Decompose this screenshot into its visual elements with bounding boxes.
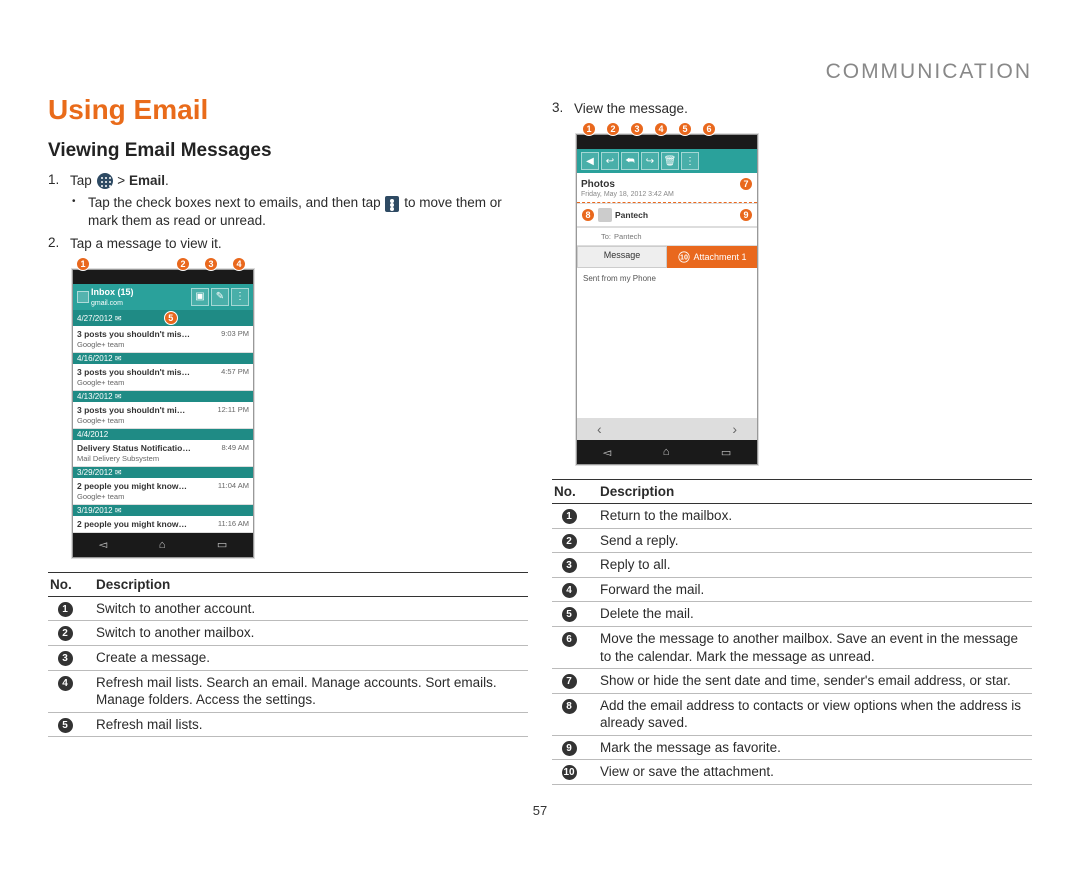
step-1: 1. Tap > Email.: [48, 172, 528, 190]
subsection-title: Viewing Email Messages: [48, 140, 528, 162]
callout-2: 2: [176, 257, 190, 271]
legend-num: 4: [58, 676, 73, 691]
bullet-text-a: Tap the check boxes next to emails, and …: [88, 195, 381, 210]
prev-icon: ‹: [597, 421, 602, 437]
legend-header-desc: Description: [600, 484, 674, 499]
step-text: Tap a message to view it.: [70, 235, 222, 253]
callout-markers-2: 1 2 3 4 5 6: [582, 122, 1032, 136]
reply-all-icon: ⮪: [621, 152, 639, 170]
apps-icon: [97, 173, 113, 189]
callout-3: 3: [204, 257, 218, 271]
callout-6: 6: [702, 122, 716, 136]
callout-3: 3: [630, 122, 644, 136]
legend-desc: Delete the mail.: [600, 605, 1030, 623]
compose-icon: ✎: [211, 288, 229, 306]
callout-1: 1: [582, 122, 596, 136]
legend-inbox: No. Description 1 Switch to another accoun…: [48, 572, 528, 737]
bullet-icon: •: [72, 194, 78, 230]
legend-num: 10: [562, 765, 577, 780]
legend-desc: Forward the mail.: [600, 581, 1030, 599]
tab-message: Message: [577, 246, 667, 268]
page-number: 57: [48, 803, 1032, 818]
legend-num: 5: [562, 607, 577, 622]
recent-icon: ▭: [217, 538, 227, 551]
step-number: 1.: [48, 172, 62, 187]
step-2: 2. Tap a message to view it.: [48, 235, 528, 253]
legend-header-no: No.: [50, 577, 80, 592]
message-body: Sent from my Phone: [577, 268, 757, 418]
legend-num: 2: [562, 534, 577, 549]
legend-num: 1: [562, 509, 577, 524]
callout-7: 7: [739, 177, 753, 191]
callout-4: 4: [232, 257, 246, 271]
legend-num: 6: [562, 632, 577, 647]
step-number: 2.: [48, 235, 62, 250]
callout-10: 10: [679, 252, 690, 263]
callout-4: 4: [654, 122, 668, 136]
callout-5: 5: [164, 311, 178, 325]
callout-8: 8: [581, 208, 595, 222]
recent-icon: ▭: [721, 446, 731, 459]
section-header: COMMUNICATION: [48, 60, 1032, 84]
legend-desc: Mark the message as favorite.: [600, 739, 1030, 757]
legend-desc: Add the email address to contacts or vie…: [600, 697, 1030, 732]
legend-num: 3: [562, 558, 577, 573]
legend-desc: Reply to all.: [600, 556, 1030, 574]
tab-attachment: 10Attachment 1: [667, 246, 757, 268]
legend-num: 9: [562, 741, 577, 756]
step-3: 3. View the message.: [552, 100, 1032, 118]
callout-5: 5: [678, 122, 692, 136]
legend-header-no: No.: [554, 484, 584, 499]
legend-desc: Return to the mailbox.: [600, 507, 1030, 525]
callout-9: 9: [739, 208, 753, 222]
legend-desc: Send a reply.: [600, 532, 1030, 550]
step-number: 3.: [552, 100, 566, 115]
right-column: 3. View the message. 1 2 3 4 5 6 ◀ ↩ ⮪ ↪…: [552, 94, 1032, 785]
legend-num: 1: [58, 602, 73, 617]
legend-num: 5: [58, 718, 73, 733]
legend-num: 2: [58, 626, 73, 641]
legend-desc: Refresh mail lists. Search an email. Man…: [96, 674, 526, 709]
legend-header-desc: Description: [96, 577, 170, 592]
home-icon: ⌂: [159, 539, 166, 551]
folder-icon: ▣: [191, 288, 209, 306]
avatar: [598, 208, 612, 222]
email-label: Email: [129, 173, 165, 188]
legend-num: 7: [562, 674, 577, 689]
legend-message: No. Description 1 Return to the mailbox. 2…: [552, 479, 1032, 785]
back-icon: ◅: [99, 538, 107, 551]
callout-markers: 1 2 3 4: [76, 257, 528, 271]
legend-desc: Switch to another mailbox.: [96, 624, 526, 642]
callout-2: 2: [606, 122, 620, 136]
callout-1: 1: [76, 257, 90, 271]
legend-desc: Show or hide the sent date and time, sen…: [600, 672, 1030, 690]
legend-num: 4: [562, 583, 577, 598]
delete-icon: 🗑: [661, 152, 679, 170]
step-1-bullet: • Tap the check boxes next to emails, an…: [72, 194, 528, 230]
overflow-icon: ⋮: [231, 288, 249, 306]
step-text: View the message.: [574, 100, 688, 118]
legend-desc: View or save the attachment.: [600, 763, 1030, 781]
home-icon: ⌂: [663, 446, 670, 458]
legend-desc: Switch to another account.: [96, 600, 526, 618]
next-icon: ›: [732, 421, 737, 437]
left-column: Using Email Viewing Email Messages 1. Ta…: [48, 94, 528, 785]
forward-icon: ↪: [641, 152, 659, 170]
legend-desc: Move the message to another mailbox. Sav…: [600, 630, 1030, 665]
menu-icon: [385, 196, 399, 212]
page-title: Using Email: [48, 94, 528, 126]
back-icon: ◅: [603, 446, 611, 459]
overflow-icon: ⋮: [681, 152, 699, 170]
legend-desc: Refresh mail lists.: [96, 716, 526, 734]
step-text: Tap: [70, 173, 92, 188]
legend-num: 3: [58, 651, 73, 666]
reply-icon: ↩: [601, 152, 619, 170]
back-icon: ◀: [581, 152, 599, 170]
message-screenshot: ◀ ↩ ⮪ ↪ 🗑 ⋮ Photos 7 Friday, May 18, 201…: [576, 134, 758, 465]
inbox-screenshot: Inbox (15)gmail.com ▣ ✎ ⋮ 4/27/2012 ✉ 5 …: [72, 269, 254, 558]
legend-desc: Create a message.: [96, 649, 526, 667]
legend-num: 8: [562, 699, 577, 714]
